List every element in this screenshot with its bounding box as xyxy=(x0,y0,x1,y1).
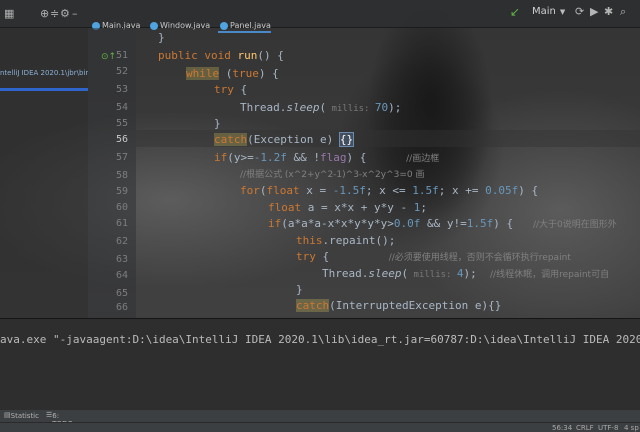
run-console[interactable]: ava.exe "-javaagent:D:\idea\IntelliJ IDE… xyxy=(0,318,640,410)
code-line: if(y>=-1.2f && !flag) { //画边框 xyxy=(214,151,440,164)
line-separator[interactable]: CRLF xyxy=(576,423,594,432)
code-line: catch(InterruptedException e){} xyxy=(296,299,502,312)
caret-position[interactable]: 56:34 xyxy=(552,423,572,432)
code-line: } xyxy=(158,31,165,44)
code-line: for(float x = -1.5f; x <= 1.5f; x += 0.0… xyxy=(240,184,539,197)
code-line: Thread.sleep( millis: 4); //线程休眠，调用repai… xyxy=(322,267,610,280)
tool-window-todo[interactable]: ☰ 6: TODO xyxy=(46,411,73,428)
code-line: Thread.sleep( millis: 70); xyxy=(240,101,402,114)
code-line: //根据公式 (x^2+y^2-1)^3-x^2y^3=0 画 xyxy=(240,170,425,180)
code-line: public void run() { xyxy=(158,49,284,62)
tool-window-bar: ▤ Statistic ☰ 6: TODO xyxy=(0,410,640,428)
code-line: try { //必须要使用线程，否则不会循环执行repaint xyxy=(296,250,571,263)
tool-window-statistic[interactable]: ▤ Statistic xyxy=(4,411,39,420)
code-line: float a = x*x + y*y - 1; xyxy=(268,201,427,214)
indent-setting[interactable]: 4 sp xyxy=(624,423,639,432)
code-line: } xyxy=(214,117,221,130)
console-output-line: ava.exe "-javaagent:D:\idea\IntelliJ IDE… xyxy=(0,333,640,346)
code-line: try { xyxy=(214,83,248,96)
file-encoding[interactable]: UTF-8 xyxy=(598,423,618,432)
code-line: this.repaint(); xyxy=(296,234,396,247)
code-line: while (true) { xyxy=(186,67,279,80)
code-line: } xyxy=(296,283,303,296)
code-editor[interactable]: } public void run() { while (true) { try… xyxy=(0,0,640,320)
status-bar: 56:34 CRLF UTF-8 4 sp xyxy=(0,422,640,432)
code-line: if(a*a*a-x*x*y*y*y>0.0f && y!=1.5f) { //… xyxy=(268,217,617,230)
code-line: catch(Exception e) {} xyxy=(214,132,355,147)
